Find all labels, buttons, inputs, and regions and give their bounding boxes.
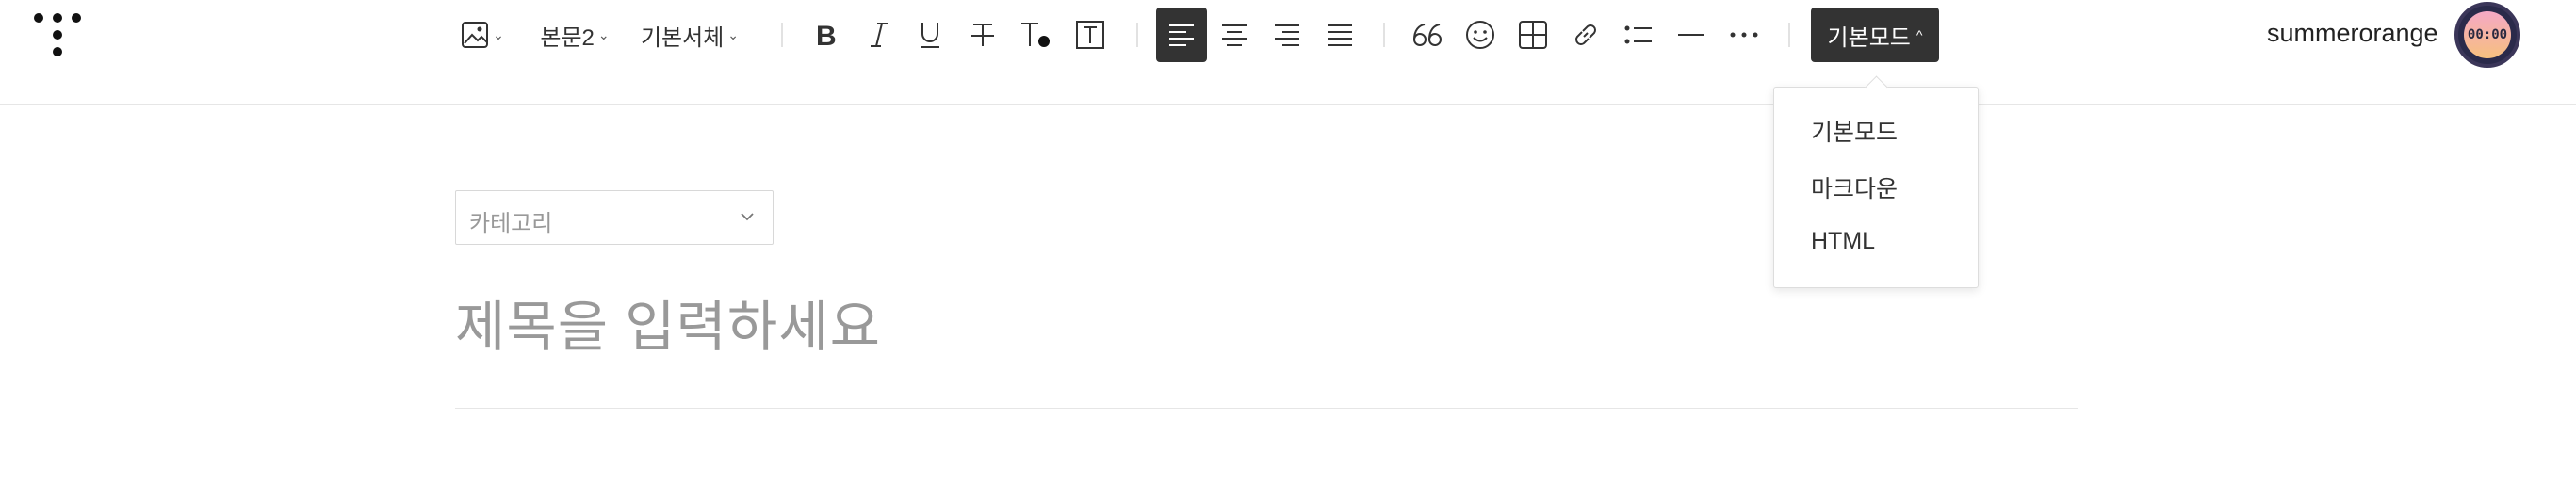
text-background-button[interactable]	[1070, 9, 1110, 60]
editor-mode-dropdown: 기본모드 마크다운 HTML	[1773, 87, 1979, 288]
emoticon-button[interactable]	[1459, 9, 1502, 60]
text-color-button[interactable]	[1016, 9, 1055, 60]
mode-option-markdown[interactable]: 마크다운	[1811, 170, 1898, 204]
italic-icon	[869, 21, 889, 49]
category-placeholder: 카테고리	[469, 211, 553, 236]
toolbar-divider	[1788, 23, 1790, 47]
category-select[interactable]: 카테고리	[455, 190, 774, 245]
align-justify-button[interactable]	[1319, 9, 1361, 60]
more-button[interactable]	[1722, 9, 1766, 60]
align-right-button[interactable]	[1266, 9, 1308, 60]
toolbar-divider	[1383, 23, 1385, 47]
list-button[interactable]	[1617, 9, 1660, 60]
more-icon	[1729, 30, 1759, 40]
editor-mode-label: 기본모드	[1827, 24, 1911, 51]
mode-option-html[interactable]: HTML	[1811, 228, 1875, 255]
chevron-down-icon: ⌄	[727, 26, 740, 42]
avatar[interactable]: 00:00	[2454, 2, 2520, 68]
insert-image-button[interactable]: ⌄	[456, 9, 509, 60]
editor-toolbar: ⌄ 본문2 ⌄ 기본서체 ⌄ B 기본모드 ^ summerorange 00:…	[0, 0, 2576, 105]
table-icon	[1518, 20, 1548, 50]
mode-option-basic[interactable]: 기본모드	[1811, 114, 1898, 148]
list-icon	[1623, 23, 1654, 47]
text-color-icon	[1019, 20, 1052, 50]
username[interactable]: summerorange	[2267, 19, 2438, 48]
divider-button[interactable]	[1670, 9, 1713, 60]
chevron-down-icon	[739, 210, 756, 227]
title-input[interactable]: 제목을 입력하세요	[455, 282, 881, 362]
bold-icon: B	[814, 21, 839, 49]
toolbar-divider	[781, 23, 783, 47]
quote-button[interactable]	[1406, 9, 1449, 60]
image-icon	[461, 21, 489, 49]
table-button[interactable]	[1511, 9, 1555, 60]
align-right-icon	[1273, 23, 1301, 47]
align-left-button[interactable]	[1156, 8, 1207, 62]
text-style-select[interactable]: 본문2 ⌄	[533, 9, 616, 60]
strikethrough-button[interactable]	[963, 9, 1003, 60]
chevron-down-icon: ⌄	[493, 26, 504, 42]
underline-button[interactable]	[910, 9, 950, 60]
font-family-label: 기본서체	[640, 24, 725, 51]
underline-icon	[918, 20, 942, 50]
tistory-logo[interactable]	[32, 11, 85, 60]
link-icon	[1571, 20, 1601, 50]
title-divider	[455, 408, 2078, 409]
text-background-icon	[1075, 20, 1105, 50]
align-left-icon	[1167, 23, 1196, 47]
chevron-down-icon: ⌄	[597, 26, 610, 42]
text-style-label: 본문2	[540, 24, 595, 51]
strikethrough-icon	[970, 21, 996, 49]
italic-button[interactable]	[859, 9, 899, 60]
bold-button[interactable]: B	[807, 9, 846, 60]
align-justify-icon	[1326, 23, 1354, 47]
align-center-icon	[1220, 23, 1248, 47]
divider-icon	[1676, 30, 1706, 40]
font-family-select[interactable]: 기본서체 ⌄	[635, 9, 744, 60]
editor-mode-button[interactable]: 기본모드 ^	[1811, 8, 1939, 62]
avatar-text: 00:00	[2464, 11, 2511, 58]
quote-icon	[1411, 22, 1443, 48]
toolbar-divider	[1136, 23, 1138, 47]
svg-text:B: B	[816, 21, 837, 49]
link-button[interactable]	[1564, 9, 1607, 60]
align-center-button[interactable]	[1214, 9, 1255, 60]
emoticon-icon	[1465, 20, 1495, 50]
chevron-up-icon: ^	[1916, 27, 1923, 42]
